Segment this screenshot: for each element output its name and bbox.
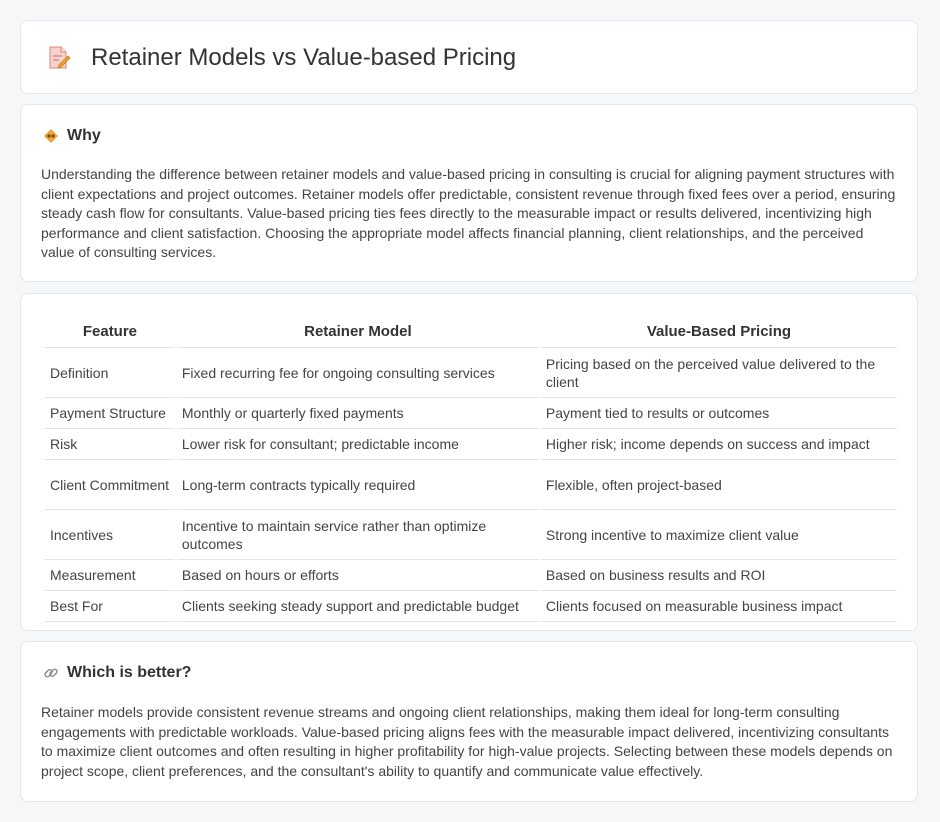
column-header: Value-Based Pricing: [540, 311, 897, 348]
table-row: Definition Fixed recurring fee for ongoi…: [45, 348, 897, 398]
title-row: Retainer Models vs Value-based Pricing: [47, 44, 516, 72]
link-icon: [43, 665, 59, 681]
table-cell: Best For: [45, 591, 175, 622]
table-cell: Higher risk; income depends on success a…: [540, 429, 897, 460]
table-row: Client Commitment Long-term contracts ty…: [45, 460, 897, 510]
column-header: Retainer Model: [176, 311, 539, 348]
table-cell: Payment Structure: [45, 398, 175, 429]
table-cell: Fixed recurring fee for ongoing consulti…: [176, 348, 539, 398]
table-cell: Measurement: [45, 560, 175, 591]
table-cell: Pricing based on the perceived value del…: [540, 348, 897, 398]
table-row: Incentives Incentive to maintain service…: [45, 510, 897, 560]
table-cell: Clients seeking steady support and predi…: [176, 591, 539, 622]
table-cell: Incentives: [45, 510, 175, 560]
table-row: Risk Lower risk for consultant; predicta…: [45, 429, 897, 460]
table-row: Measurement Based on hours or efforts Ba…: [45, 560, 897, 591]
why-heading: Why: [43, 127, 101, 145]
table-cell: Incentive to maintain service rather tha…: [176, 510, 539, 560]
page-title: Retainer Models vs Value-based Pricing: [91, 44, 517, 71]
table-cell: Long-term contracts typically required: [176, 460, 539, 510]
table-cell: Clients focused on measurable business i…: [540, 591, 897, 622]
table-row: Payment Structure Monthly or quarterly f…: [45, 398, 897, 429]
table-cell: Flexible, often project-based: [540, 460, 897, 510]
table-cell: Strong incentive to maximize client valu…: [540, 510, 897, 560]
document-pencil-icon: [47, 45, 71, 71]
table-cell: Definition: [45, 348, 175, 398]
table-cell: Risk: [45, 429, 175, 460]
better-heading: Which is better?: [43, 664, 191, 682]
why-section: Why Understanding the difference between…: [20, 104, 918, 282]
why-body: Understanding the difference between ret…: [41, 166, 896, 260]
table-cell: Monthly or quarterly fixed payments: [176, 398, 539, 429]
why-title: Why: [67, 127, 101, 144]
table-cell: Payment tied to results or outcomes: [540, 398, 897, 429]
table-cell: Based on hours or efforts: [176, 560, 539, 591]
table-row: Best For Clients seeking steady support …: [45, 591, 897, 622]
comparison-table-card: Feature Retainer Model Value-Based Prici…: [20, 293, 918, 631]
which-better-section: Which is better? Retainer models provide…: [20, 641, 918, 802]
title-card: Retainer Models vs Value-based Pricing: [20, 20, 918, 94]
better-title: Which is better?: [67, 664, 192, 681]
column-header: Feature: [45, 311, 175, 348]
handshake-icon: [43, 128, 59, 144]
table-cell: Lower risk for consultant; predictable i…: [176, 429, 539, 460]
comparison-table: Feature Retainer Model Value-Based Prici…: [43, 311, 899, 622]
better-body: Retainer models provide consistent reven…: [41, 704, 893, 779]
table-cell: Based on business results and ROI: [540, 560, 897, 591]
table-cell: Client Commitment: [45, 460, 175, 510]
table-header-row: Feature Retainer Model Value-Based Prici…: [45, 311, 897, 348]
